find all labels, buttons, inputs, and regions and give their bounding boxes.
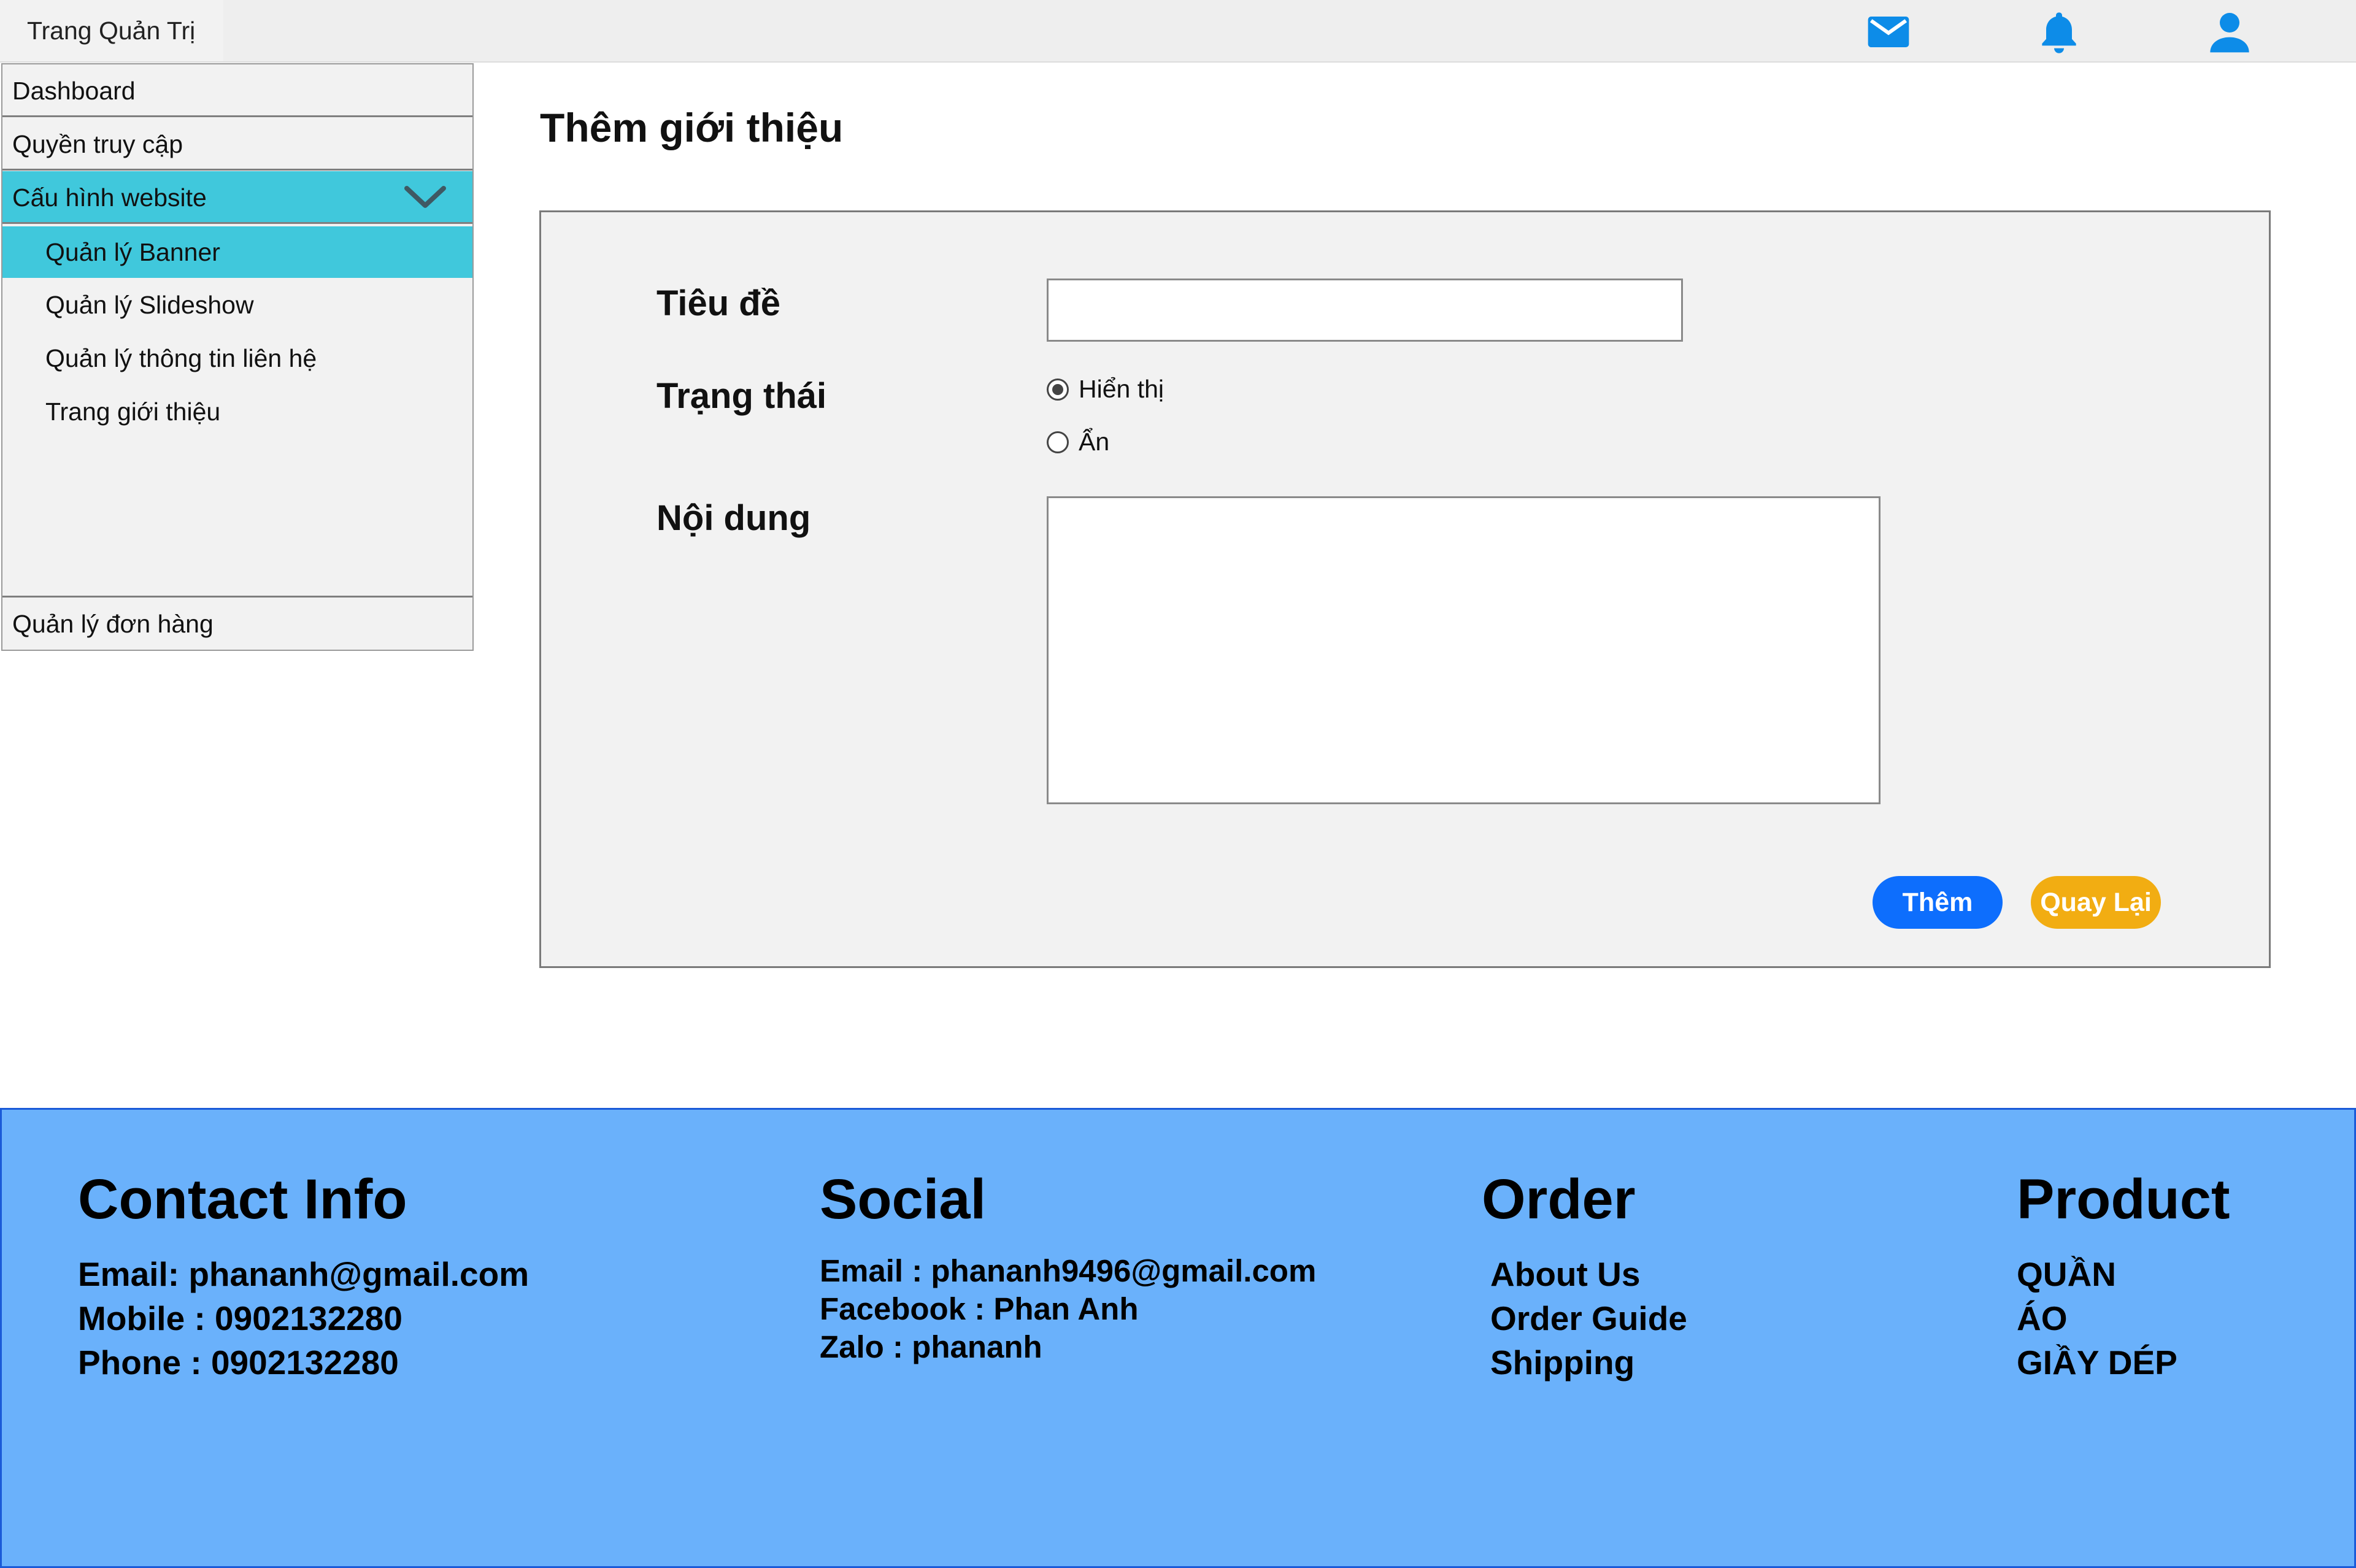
back-button[interactable]: Quay Lại bbox=[2031, 876, 2161, 929]
sidebar-subitem-banner[interactable]: Quản lý Banner bbox=[2, 226, 472, 278]
footer-product: Product QUẦN ÁO GIẦY DÉP bbox=[2017, 1171, 2230, 1385]
sidebar-subitem-contact[interactable]: Quản lý thông tin liên hệ bbox=[2, 332, 472, 384]
footer-contact: Contact Info Email: phananh@gmail.com Mo… bbox=[78, 1171, 529, 1385]
footer-social-email[interactable]: Email : phananh9496@gmail.com bbox=[820, 1252, 1316, 1290]
footer-product-heading: Product bbox=[2017, 1168, 2230, 1231]
sidebar-item-label: Dashboard bbox=[12, 77, 136, 105]
title-input[interactable] bbox=[1047, 279, 1683, 342]
content-label: Nội dung bbox=[656, 498, 811, 538]
sidebar-item-dashboard[interactable]: Dashboard bbox=[2, 64, 472, 117]
sidebar-item-access[interactable]: Quyền truy cập bbox=[2, 118, 472, 171]
form-panel: Tiêu đề Trạng thái Hiển thị Ẩn Nội dung … bbox=[539, 210, 2271, 968]
sidebar-item-orders[interactable]: Quản lý đơn hàng bbox=[2, 596, 472, 648]
title-label: Tiêu đề bbox=[656, 283, 780, 323]
footer-link-pants[interactable]: QUẦN bbox=[2017, 1252, 2230, 1296]
radio-show-label: Hiển thị bbox=[1079, 375, 1165, 403]
sidebar-item-label: Quản lý đơn hàng bbox=[12, 610, 214, 638]
footer-social-facebook[interactable]: Facebook : Phan Anh bbox=[820, 1290, 1316, 1328]
footer-contact-email: Email: phananh@gmail.com bbox=[78, 1255, 529, 1293]
sidebar-subitem-slideshow[interactable]: Quản lý Slideshow bbox=[2, 279, 472, 331]
sidebar-subitem-label: Quản lý Slideshow bbox=[45, 291, 254, 319]
radio-hide-label: Ẩn bbox=[1079, 428, 1110, 456]
footer-link-shirts[interactable]: ÁO bbox=[2017, 1296, 2230, 1340]
sidebar-subitem-about[interactable]: Trang giới thiệu bbox=[2, 386, 472, 437]
add-button[interactable]: Thêm bbox=[1873, 876, 2003, 929]
footer-contact-heading: Contact Info bbox=[78, 1168, 407, 1231]
footer-social-zalo[interactable]: Zalo : phananh bbox=[820, 1328, 1316, 1366]
status-option-hide[interactable]: Ẩn bbox=[1047, 428, 1109, 456]
bell-icon[interactable] bbox=[2033, 6, 2085, 58]
sidebar-item-website-config[interactable]: Cấu hình website bbox=[2, 171, 472, 224]
footer-link-about[interactable]: About Us bbox=[1482, 1252, 1687, 1296]
sidebar-subitem-label: Quản lý Banner bbox=[45, 238, 220, 266]
footer-social-heading: Social bbox=[820, 1168, 987, 1231]
sidebar: Dashboard Quyền truy cập Cấu hình websit… bbox=[1, 63, 474, 651]
footer: Contact Info Email: phananh@gmail.com Mo… bbox=[0, 1108, 2356, 1568]
brand-title[interactable]: Trang Quản Trị bbox=[0, 0, 223, 61]
sidebar-subitem-label: Quản lý thông tin liên hệ bbox=[45, 344, 317, 372]
footer-link-order-guide[interactable]: Order Guide bbox=[1482, 1296, 1687, 1340]
footer-link-shipping[interactable]: Shipping bbox=[1482, 1340, 1687, 1385]
status-label: Trạng thái bbox=[656, 376, 827, 416]
user-icon[interactable] bbox=[2204, 6, 2255, 58]
sidebar-subitem-label: Trang giới thiệu bbox=[45, 398, 221, 426]
sidebar-item-label: Cấu hình website bbox=[12, 183, 207, 212]
footer-order: Order About Us Order Guide Shipping bbox=[1482, 1171, 1687, 1385]
footer-contact-mobile: Mobile : 0902132280 bbox=[78, 1299, 402, 1337]
radio-hide[interactable] bbox=[1047, 431, 1069, 453]
footer-contact-phone: Phone : 0902132280 bbox=[78, 1343, 399, 1382]
radio-show[interactable] bbox=[1047, 378, 1069, 401]
footer-link-shoes[interactable]: GIẦY DÉP bbox=[2017, 1340, 2230, 1385]
sidebar-item-label: Quyền truy cập bbox=[12, 130, 183, 158]
footer-order-heading: Order bbox=[1482, 1168, 1636, 1231]
chevron-down-icon[interactable] bbox=[404, 185, 447, 210]
content-textarea[interactable] bbox=[1047, 496, 1881, 804]
footer-social: Social Email : phananh9496@gmail.com Fac… bbox=[820, 1171, 1316, 1366]
page-title: Thêm giới thiệu bbox=[540, 105, 844, 150]
status-option-show[interactable]: Hiển thị bbox=[1047, 375, 1164, 404]
top-bar: Trang Quản Trị bbox=[0, 0, 2356, 63]
mail-icon[interactable] bbox=[1863, 6, 1914, 58]
